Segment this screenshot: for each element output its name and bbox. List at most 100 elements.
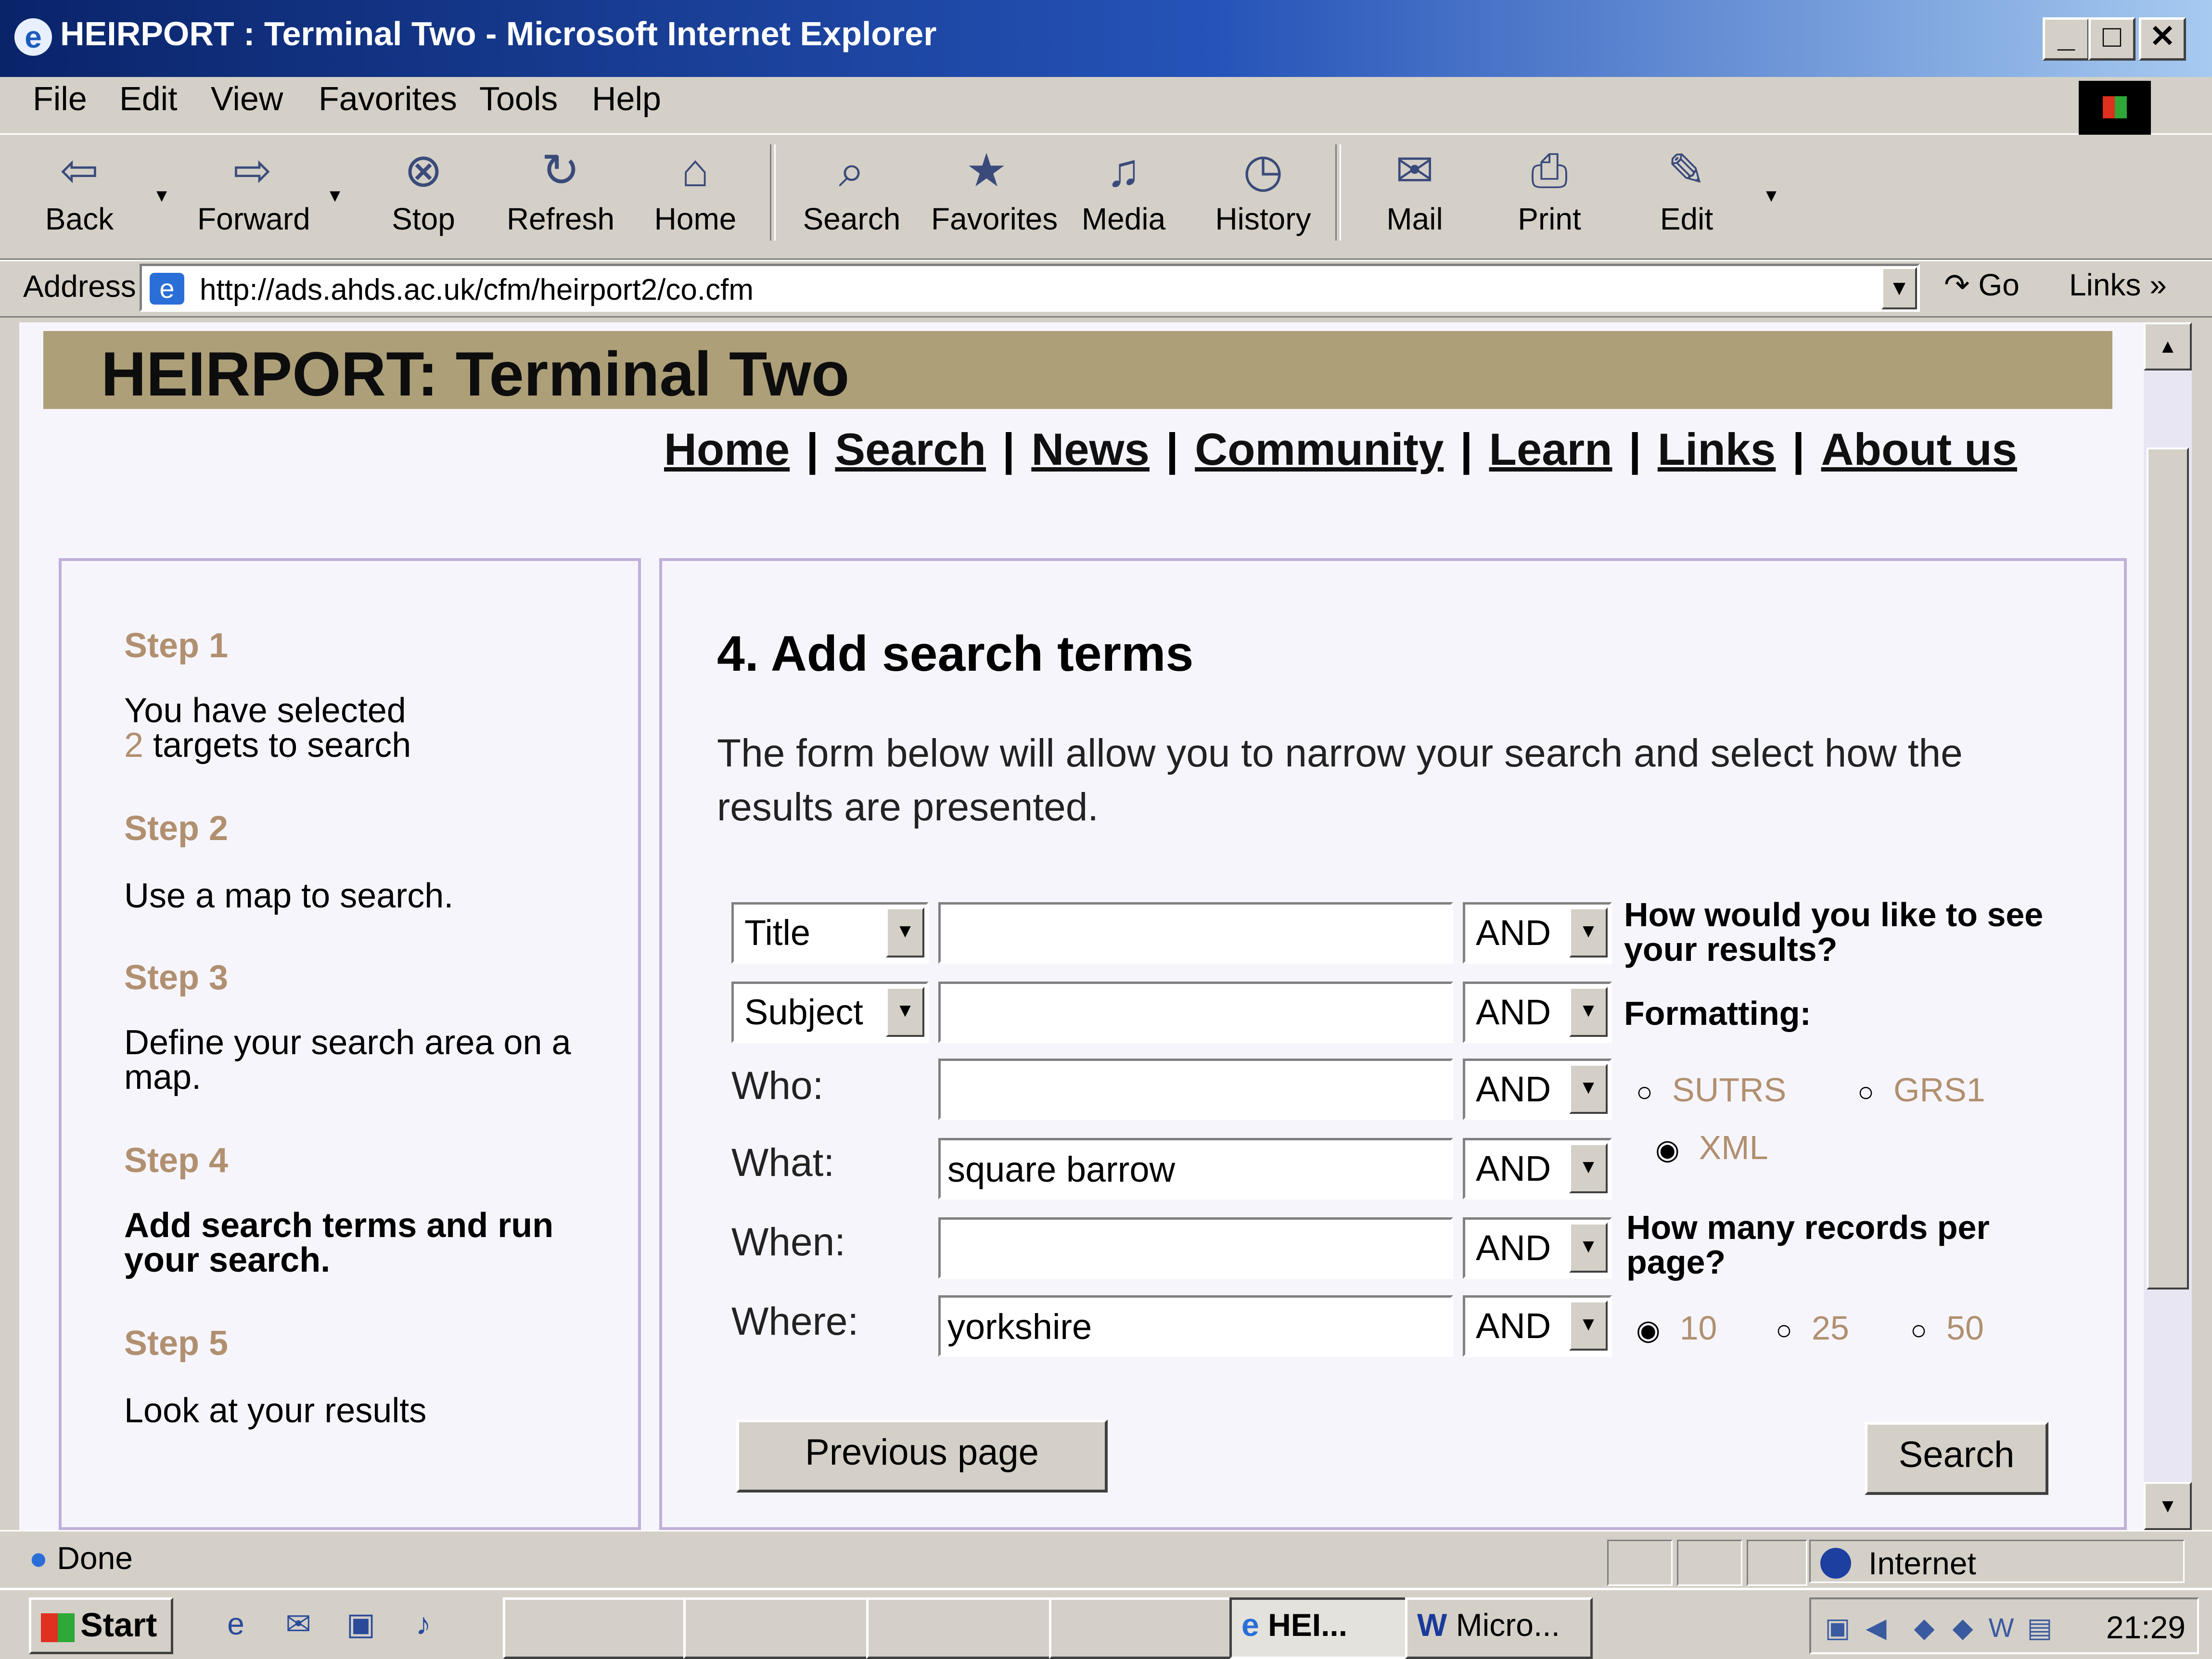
what-label: What: bbox=[731, 1141, 835, 1185]
records-radio-10[interactable]: ◉ 10 bbox=[1636, 1309, 1717, 1347]
stop-button[interactable]: ⊗ Stop bbox=[368, 144, 479, 250]
quicklaunch-media-icon[interactable]: ♪ bbox=[404, 1605, 443, 1643]
nav-community[interactable]: Community bbox=[1195, 424, 1444, 474]
nav-learn[interactable]: Learn bbox=[1489, 424, 1612, 474]
step-5-text: Look at your results bbox=[124, 1391, 427, 1430]
previous-page-button[interactable]: Previous page bbox=[736, 1419, 1108, 1493]
volume-icon[interactable]: ◀ bbox=[1859, 1611, 1893, 1645]
address-label: Address bbox=[23, 269, 136, 304]
menu-tools[interactable]: Tools bbox=[479, 79, 558, 118]
where-label: Where: bbox=[731, 1300, 859, 1343]
network-icon[interactable]: ▣ bbox=[1821, 1611, 1854, 1645]
operator-select-3[interactable]: AND ▼ bbox=[1463, 1059, 1612, 1120]
taskbar-empty-slot[interactable] bbox=[866, 1597, 1051, 1659]
who-input[interactable] bbox=[938, 1059, 1453, 1120]
address-url: http://ads.ahds.ac.uk/cfm/heirport2/co.c… bbox=[200, 273, 754, 306]
operator-select-4[interactable]: AND ▼ bbox=[1463, 1138, 1612, 1200]
records-radio-50[interactable]: ○ 50 bbox=[1910, 1309, 1984, 1347]
media-button[interactable]: ♫ Media bbox=[1068, 144, 1179, 250]
back-button[interactable]: ⇦ Back bbox=[24, 144, 135, 250]
favorites-folder-icon: ★ bbox=[965, 145, 1008, 196]
refresh-button[interactable]: ↻ Refresh bbox=[505, 144, 616, 250]
records-radio-25[interactable]: ○ 25 bbox=[1776, 1309, 1849, 1347]
search-submit-button[interactable]: Search bbox=[1865, 1422, 2048, 1495]
taskbar-empty-slot[interactable] bbox=[683, 1597, 869, 1659]
taskbar-empty-slot[interactable] bbox=[1049, 1597, 1234, 1659]
menu-help[interactable]: Help bbox=[592, 79, 661, 118]
status-pane bbox=[1607, 1540, 1673, 1586]
taskbar-task-word[interactable]: W Micro... bbox=[1405, 1597, 1593, 1659]
links-button[interactable]: Links » bbox=[2069, 267, 2167, 303]
operator-select-1[interactable]: AND ▼ bbox=[1463, 902, 1612, 964]
nav-links[interactable]: Links bbox=[1658, 424, 1776, 474]
field-select-1[interactable]: Title ▼ bbox=[731, 902, 929, 964]
scroll-up-button[interactable]: ▲ bbox=[2144, 322, 2192, 370]
where-input[interactable]: yorkshire bbox=[938, 1295, 1453, 1357]
menu-file[interactable]: File bbox=[33, 79, 87, 118]
print-button[interactable]: ⎙ Print bbox=[1494, 144, 1605, 250]
format-radio-xml[interactable]: ◉ XML bbox=[1655, 1128, 1768, 1167]
scroll-down-button[interactable]: ▼ bbox=[2144, 1482, 2192, 1530]
nav-about-us[interactable]: About us bbox=[1821, 424, 2017, 474]
format-radio-grs1[interactable]: ○ GRS1 bbox=[1857, 1071, 1985, 1109]
search-button[interactable]: ⌕ Search bbox=[796, 144, 907, 250]
chevron-down-icon: ▼ bbox=[1569, 1143, 1608, 1193]
taskbar-empty-slot[interactable] bbox=[503, 1597, 686, 1659]
site-banner: HEIRPORT: Terminal Two bbox=[43, 331, 2112, 409]
quicklaunch-ie-icon[interactable]: e bbox=[217, 1605, 255, 1643]
quicklaunch-desktop-icon[interactable]: ▣ bbox=[342, 1605, 380, 1643]
when-input[interactable] bbox=[938, 1217, 1453, 1279]
forward-dropdown[interactable]: ▾ bbox=[330, 183, 340, 207]
stop-icon: ⊗ bbox=[404, 145, 443, 196]
menu-favorites[interactable]: Favorites bbox=[319, 79, 457, 118]
go-button[interactable]: ↷ Go bbox=[1944, 267, 2020, 303]
what-input[interactable]: square barrow bbox=[938, 1138, 1453, 1200]
menu-view[interactable]: View bbox=[211, 79, 283, 118]
home-button[interactable]: ⌂ Home bbox=[640, 144, 751, 250]
windows-flag-icon bbox=[41, 1613, 75, 1642]
subject-input[interactable] bbox=[938, 982, 1453, 1043]
maximize-button[interactable]: □ bbox=[2088, 17, 2135, 61]
format-radio-sutrs[interactable]: ○ SUTRS bbox=[1636, 1071, 1786, 1109]
nav-search[interactable]: Search bbox=[835, 424, 986, 474]
operator-select-5[interactable]: AND ▼ bbox=[1463, 1217, 1612, 1279]
quicklaunch-outlook-icon[interactable]: ✉ bbox=[279, 1605, 318, 1643]
edit-button[interactable]: ✎ Edit bbox=[1631, 144, 1742, 250]
minimize-button[interactable]: _ bbox=[2043, 17, 2090, 61]
forward-button[interactable]: ⇨ Forward bbox=[197, 144, 310, 250]
address-input[interactable]: e http://ads.ahds.ac.uk/cfm/heirport2/co… bbox=[140, 264, 1920, 312]
tray-app-icon[interactable]: ◆ bbox=[1946, 1611, 1980, 1645]
start-button[interactable]: Start bbox=[29, 1597, 173, 1654]
page-done-icon: ● bbox=[29, 1540, 48, 1576]
close-button[interactable]: ✕ bbox=[2139, 17, 2186, 61]
edit-icon: ✎ bbox=[1667, 145, 1706, 196]
intro-text: The form below will allow you to narrow … bbox=[717, 731, 1963, 829]
scrollbar-thumb[interactable] bbox=[2147, 447, 2189, 1289]
chevron-down-icon: ▼ bbox=[1569, 1064, 1608, 1114]
ie-app-icon[interactable]: e bbox=[14, 18, 52, 56]
operator-select-6[interactable]: AND ▼ bbox=[1463, 1295, 1612, 1357]
address-dropdown-button[interactable]: ▼ bbox=[1881, 267, 1917, 309]
nav-news[interactable]: News bbox=[1031, 424, 1150, 474]
field-select-2[interactable]: Subject ▼ bbox=[731, 982, 929, 1043]
step-3-title: Step 3 bbox=[124, 958, 229, 997]
title-bar[interactable]: e HEIRPORT : Terminal Two - Microsoft In… bbox=[0, 0, 2212, 77]
menu-edit[interactable]: Edit bbox=[119, 79, 178, 118]
title-input[interactable] bbox=[938, 902, 1453, 964]
edit-dropdown[interactable]: ▾ bbox=[1766, 183, 1777, 207]
taskbar-task-heirport[interactable]: e HEI... bbox=[1229, 1597, 1407, 1659]
favorites-button[interactable]: ★ Favorites bbox=[931, 144, 1058, 250]
back-dropdown[interactable]: ▾ bbox=[156, 183, 167, 207]
history-button[interactable]: ◷ History bbox=[1208, 144, 1318, 250]
page-viewport: HEIRPORT: Terminal Two Home | Search | News |… bbox=[19, 322, 2144, 1530]
mail-button[interactable]: ✉ Mail bbox=[1359, 144, 1470, 250]
operator-select-2[interactable]: AND ▼ bbox=[1463, 982, 1612, 1043]
page-heading: 4. Add search terms bbox=[717, 626, 1194, 682]
tray-app-icon[interactable]: ◆ bbox=[1907, 1611, 1941, 1645]
nav-home[interactable]: Home bbox=[664, 424, 790, 474]
vertical-scrollbar[interactable]: ▲ ▼ bbox=[2144, 322, 2192, 1530]
word-tray-icon[interactable]: W bbox=[1984, 1611, 2018, 1645]
radio-unchecked-icon: ○ bbox=[1776, 1314, 1793, 1346]
step-2-title: Step 2 bbox=[124, 809, 229, 848]
tray-app-icon[interactable]: ▤ bbox=[2023, 1611, 2057, 1645]
